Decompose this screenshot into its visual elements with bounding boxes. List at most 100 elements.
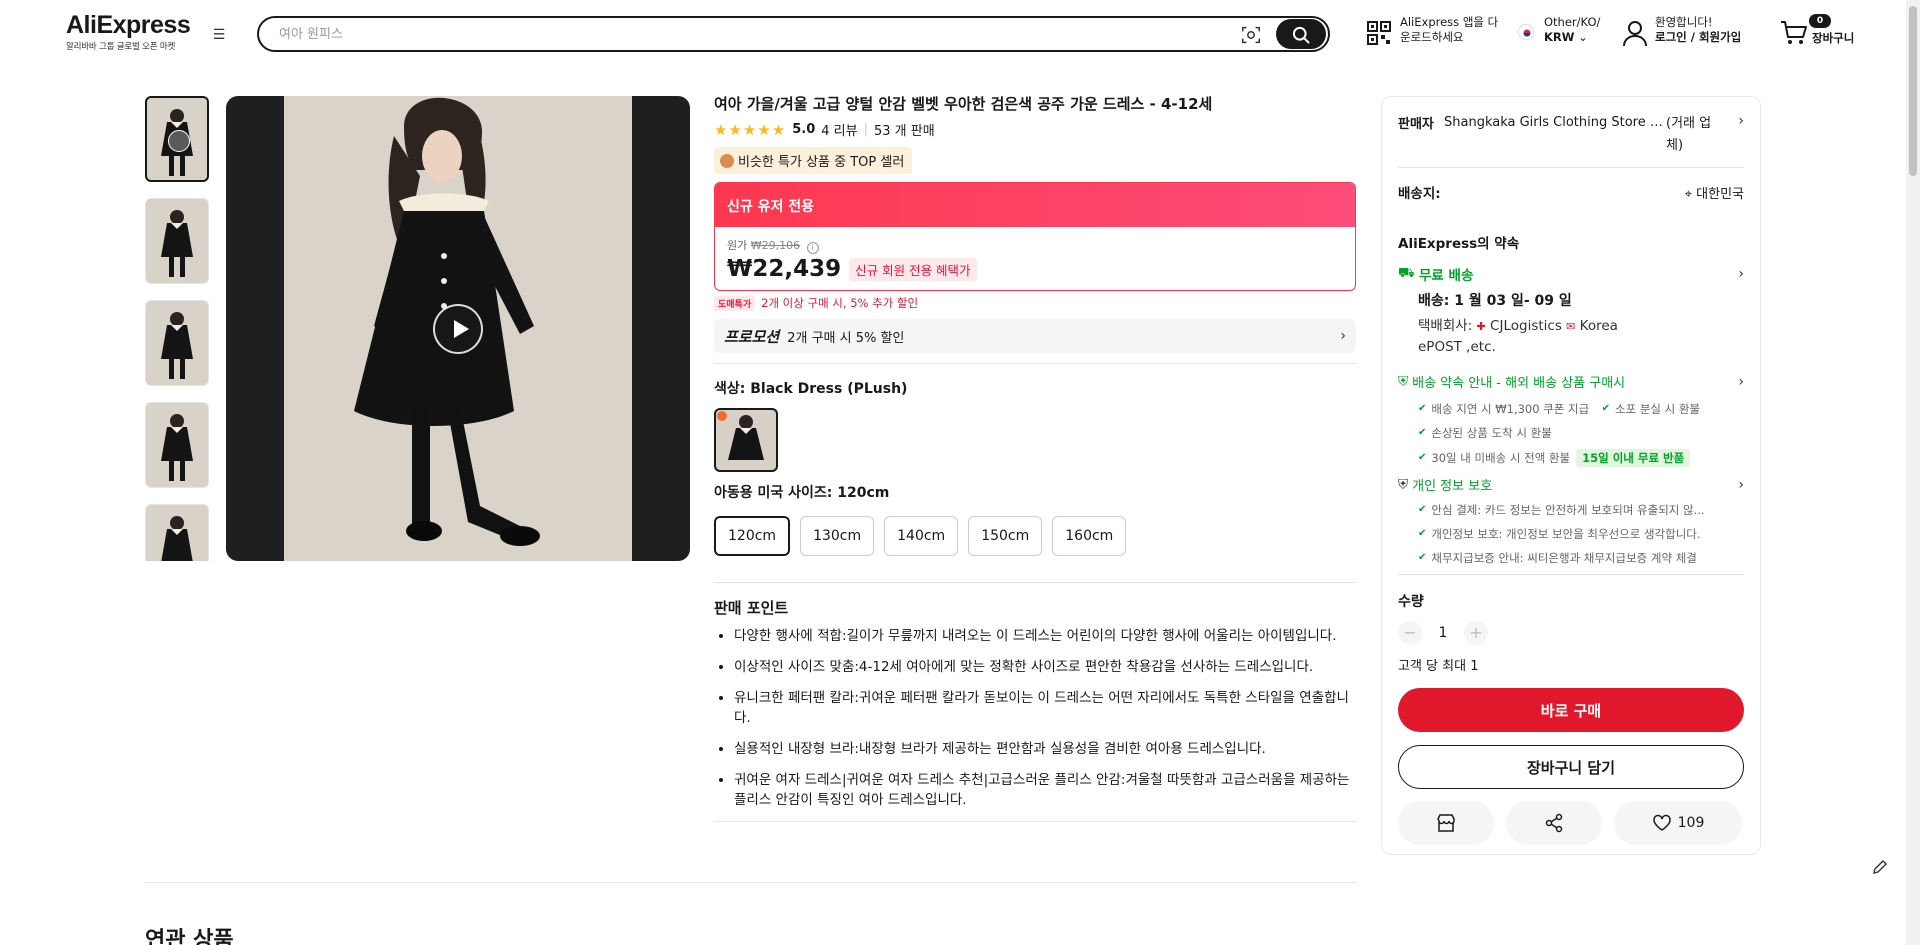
info-icon[interactable]: i (806, 242, 819, 254)
product-title: 여아 가을/겨울 고급 양털 안감 벨벳 우아한 검은색 공주 가운 드레스 -… (714, 95, 1213, 113)
search-button[interactable] (1276, 19, 1326, 49)
selling-point: 실용적인 내장형 브라:내장형 브라가 제공하는 편안함과 실용성을 겸비한 여… (734, 739, 1356, 759)
image-search-icon[interactable] (1240, 24, 1262, 46)
selling-point: 이상적인 사이즈 맞춤:4-12세 여아에게 맞는 정확한 사이즈로 편안한 착… (734, 657, 1356, 677)
cart-link[interactable]: 장바구니 (1812, 31, 1854, 46)
qr-code-icon[interactable] (1366, 20, 1392, 46)
search-input[interactable] (279, 24, 1179, 44)
thumbnail-video[interactable] (145, 96, 209, 182)
bulk-deal-tag: 도매특가 (714, 295, 756, 311)
ship-to-label: 배송지: (1398, 186, 1441, 202)
divider (1398, 574, 1744, 575)
color-label-text: 색상: (714, 381, 746, 397)
privacy-text: 개인정보 보호: 개인정보 보안을 최우선으로 생각합니다. (1431, 527, 1701, 541)
account-link[interactable]: 환영합니다! 로그인 / 회원가입 (1655, 15, 1741, 45)
thumbnail-image[interactable] (145, 402, 209, 488)
seller-status: (거래 업체) (1666, 116, 1712, 153)
divider (714, 363, 1356, 364)
size-option-120cm[interactable]: 120cm (714, 516, 791, 556)
guarantee-text: 소포 분실 시 환불 (1615, 402, 1701, 416)
add-to-cart-button[interactable]: 장바구니 담기 (1398, 745, 1744, 789)
free-shipping-row[interactable]: ⛟ 무료 배송 › (1398, 264, 1744, 284)
section-divider (145, 882, 1356, 883)
ship-to-row[interactable]: 배송지: ⌖ 대한민국 (1398, 182, 1744, 202)
privacy-text: 안심 결제: 카드 정보는 안전하게 보호되며 유출되지 않... (1431, 503, 1705, 517)
bulk-deal-text: 2개 이상 구매 시, 5% 추가 할인 (761, 296, 919, 310)
scrollbar-thumb[interactable] (1909, 6, 1917, 176)
header: AliExpress 알리바바 그룹 글로벌 오픈 마켓 ☰ AliExpres… (0, 0, 1920, 66)
price-box: 신규 유저 전용 원가 ₩29,106 i ₩22,439 신규 회원 전용 혜… (714, 182, 1356, 291)
review-count-link[interactable]: 4 리뷰 (821, 120, 857, 139)
guarantee-list: ✔ 배송 지연 시 ₩1,300 쿠폰 지급 ✔ 소포 분실 시 환불 ✔ 손상된 상… (1418, 399, 1744, 467)
aliexpress-logo[interactable]: AliExpress 알리바바 그룹 글로벌 오픈 마켓 (66, 12, 191, 52)
guarantee-item: ✔ 소포 분실 시 환불 (1602, 401, 1700, 417)
menu-icon[interactable]: ☰ (210, 26, 228, 44)
logo-subtitle: 알리바바 그룹 글로벌 오픈 마켓 (66, 42, 176, 52)
app-promo-text-2: 운로드하세요 (1400, 30, 1464, 44)
size-label: 아동용 미국 사이즈: 120cm (714, 482, 1356, 502)
guarantee-title: 배송 약속 안내 - 해외 배송 상품 구매시 (1412, 376, 1626, 391)
seller-row[interactable]: 판매자 Shangkaka Girls Clothing Store S... … (1398, 113, 1744, 157)
app-download-link[interactable]: AliExpress 앱을 다 운로드하세요 (1400, 15, 1498, 45)
quantity-value[interactable]: 1 (1422, 625, 1464, 641)
thumbnail-image[interactable] (145, 504, 209, 561)
truck-icon: ⛟ (1398, 265, 1415, 281)
product-info: 여아 가을/겨울 고급 양털 안감 벨벳 우아한 검은색 공주 가운 드레스 -… (714, 93, 1356, 822)
carrier-info: 택배회사: ✚ CJLogistics ✉ Korea ePOST ,etc. (1418, 316, 1744, 358)
new-user-tag: 신규 회원 전용 혜택가 (849, 257, 977, 281)
wishlist-count: 109 (1677, 815, 1705, 831)
divider: | (863, 122, 868, 137)
thumbnail-image[interactable] (145, 198, 209, 284)
guarantee-item: ✔ 배송 지연 시 ₩1,300 쿠폰 지급 (1418, 401, 1589, 417)
check-icon: ✔ (1418, 403, 1427, 414)
store-button[interactable] (1398, 801, 1494, 845)
top-seller-badge[interactable]: 비슷한 특가 상품 중 TOP 셀러 (714, 147, 913, 174)
locale-text: Other/KO/ (1544, 15, 1601, 29)
sold-count: 53 개 판매 (874, 124, 935, 139)
divider (1398, 167, 1744, 168)
color-swatch-black-dress[interactable] (714, 408, 778, 472)
related-products-title: 연관 상품 (145, 928, 234, 945)
shield-icon: ⛨ (1398, 373, 1409, 390)
delivery-guarantee-row[interactable]: ⛨ 배송 약속 안내 - 해외 배송 상품 구매시 › (1398, 372, 1744, 392)
buy-now-button[interactable]: 바로 구매 (1398, 688, 1744, 732)
locale-selector[interactable]: Other/KO/ KRW ⌄ (1544, 15, 1600, 45)
price-header: 신규 유저 전용 (715, 183, 1355, 227)
decrease-quantity-button[interactable]: − (1398, 621, 1422, 645)
wishlist-button[interactable]: 109 (1614, 801, 1742, 845)
size-option-130cm[interactable]: 130cm (800, 516, 875, 556)
color-value: Black Dress (PLush) (750, 381, 908, 397)
badge-icon (720, 153, 734, 168)
size-option-140cm[interactable]: 140cm (884, 516, 959, 556)
purchase-panel: 판매자 Shangkaka Girls Clothing Store S... … (1381, 96, 1761, 855)
check-icon: ✔ (1418, 504, 1427, 515)
edit-feedback-icon[interactable] (1871, 858, 1889, 876)
guarantee-item: ✔ 30일 내 미배송 시 전액 환불 15일 이내 무료 반품 (1418, 449, 1744, 467)
cart-icon[interactable] (1780, 20, 1808, 46)
play-video-button[interactable] (433, 304, 483, 354)
check-icon: ✔ (1418, 528, 1427, 539)
current-price: ₩22,439 (727, 256, 842, 282)
increase-quantity-button[interactable]: + (1464, 621, 1488, 645)
check-icon: ✔ (1418, 452, 1427, 463)
selling-point: 다양한 행사에 적합:길이가 무릎까지 내려오는 이 드레스는 어린이의 다양한… (734, 626, 1356, 646)
free-return-badge: 15일 이내 무료 반품 (1576, 449, 1691, 467)
user-icon[interactable] (1622, 19, 1648, 47)
rating-value: 5.0 (792, 122, 816, 137)
privacy-row[interactable]: ⛨ 개인 정보 보호 › (1398, 475, 1744, 495)
size-option-150cm[interactable]: 150cm (968, 516, 1043, 556)
main-product-image[interactable] (226, 96, 690, 561)
secondary-actions: 109 (1398, 801, 1744, 845)
chevron-right-icon: › (1738, 113, 1744, 129)
carrier-cj: CJLogistics (1490, 318, 1562, 334)
play-icon (168, 130, 190, 152)
free-shipping-label: 무료 배송 (1418, 268, 1474, 284)
guarantee-text: 손상된 상품 도착 시 환불 (1431, 426, 1552, 440)
guarantee-item: ✔ 손상된 상품 도착 시 환불 (1418, 425, 1744, 441)
thumbnail-image[interactable] (145, 300, 209, 386)
carrier-label: 택배회사: (1418, 318, 1473, 334)
promotion-row[interactable]: 프로모션 2개 구매 시 5% 할인 › (714, 319, 1356, 353)
size-option-160cm[interactable]: 160cm (1052, 516, 1127, 556)
page-scrollbar[interactable] (1906, 0, 1920, 945)
share-button[interactable] (1506, 801, 1602, 845)
